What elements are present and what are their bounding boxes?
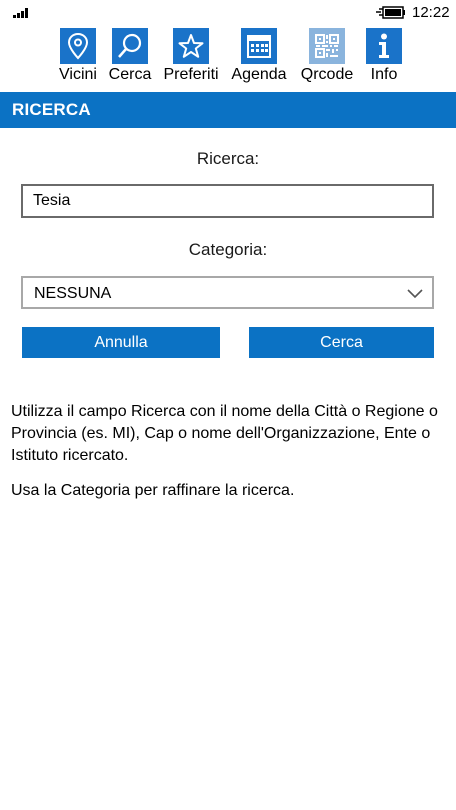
nav-item-info[interactable]: Info xyxy=(365,28,403,88)
category-selected-value: NESSUNA xyxy=(34,285,112,302)
nav-label: Qrcode xyxy=(300,66,354,83)
info-icon xyxy=(366,28,402,64)
help-text-search: Utilizza il campo Ricerca con il nome de… xyxy=(11,403,438,464)
page-title: RICERCA xyxy=(12,100,91,119)
search-icon xyxy=(112,28,148,64)
cancel-button[interactable]: Annulla xyxy=(22,327,220,358)
search-label: Ricerca: xyxy=(196,149,260,168)
category-select[interactable]: NESSUNA xyxy=(21,276,434,309)
map-pin-icon xyxy=(60,28,96,64)
battery-charging-icon xyxy=(376,6,405,19)
clock: 12:22 xyxy=(412,4,450,21)
help-text-category: Usa la Categoria per raffinare la ricerc… xyxy=(11,482,295,499)
search-submit-button[interactable]: Cerca xyxy=(249,327,434,358)
star-icon xyxy=(173,28,209,64)
nav-label: Cerca xyxy=(108,66,152,83)
chevron-down-icon xyxy=(407,289,423,299)
nav-item-preferiti[interactable]: Preferiti xyxy=(162,28,220,88)
status-bar: 12:22 xyxy=(0,0,456,24)
calendar-icon xyxy=(241,28,277,64)
search-input[interactable] xyxy=(21,184,434,218)
nav-label: Vicini xyxy=(59,66,97,83)
top-nav: Vicini Cerca Preferiti Agenda Qrcode Inf… xyxy=(0,28,456,88)
nav-label: Agenda xyxy=(231,66,287,83)
nav-item-agenda[interactable]: Agenda xyxy=(229,28,289,88)
qrcode-icon xyxy=(309,28,345,64)
page-header: RICERCA xyxy=(0,92,456,128)
nav-label: Preferiti xyxy=(163,66,219,83)
category-label: Categoria: xyxy=(188,240,268,259)
nav-item-qrcode[interactable]: Qrcode xyxy=(297,28,357,88)
nav-label: Info xyxy=(370,66,398,83)
nav-item-cerca[interactable]: Cerca xyxy=(108,28,152,88)
nav-item-vicini[interactable]: Vicini xyxy=(56,28,100,88)
signal-strength-icon xyxy=(13,8,28,18)
